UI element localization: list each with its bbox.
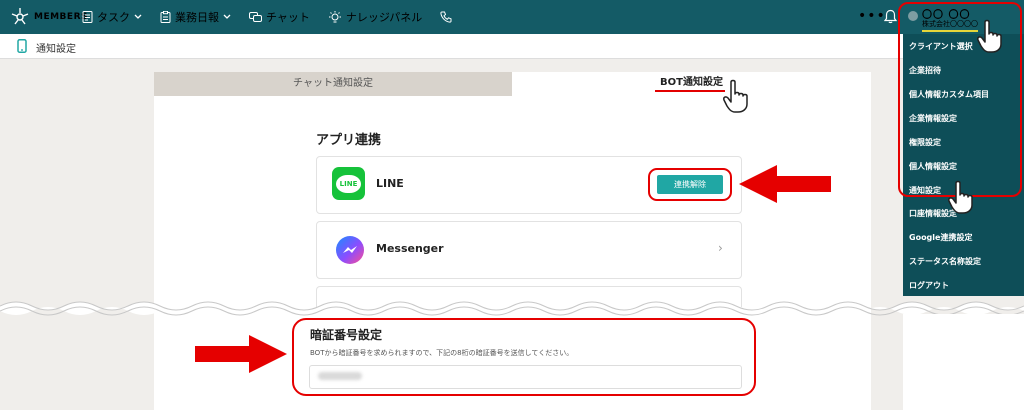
pointer-hand-icon — [723, 79, 748, 113]
chevron-right-icon[interactable]: › — [718, 241, 723, 255]
smartphone-icon — [17, 39, 27, 53]
menu-item-status-name-settings[interactable]: ステータス名称設定 — [909, 256, 981, 267]
tab-bot-notification[interactable]: BOT通知設定 — [512, 72, 871, 96]
pointer-hand-icon-menu — [977, 19, 1002, 53]
chat-icon — [249, 11, 262, 22]
line-service-name: LINE — [376, 177, 404, 190]
phone-icon — [440, 11, 452, 23]
annotation-disconnect-highlight — [648, 168, 732, 201]
dropdown-lower-gap — [903, 314, 1024, 410]
page-header — [0, 34, 1024, 59]
nav-task-label: タスク — [97, 11, 130, 24]
messenger-logo-icon — [336, 236, 364, 264]
line-logo-text: LINE — [336, 174, 361, 193]
app-link-title: アプリ連携 — [316, 133, 382, 148]
wavy-cut-separator — [0, 301, 1024, 316]
brand-logo[interactable]: MEMBERS — [10, 7, 88, 27]
main-nav: タスク 業務日報 チャット ナレッジパネル — [82, 0, 452, 34]
brand-star-icon — [11, 8, 29, 25]
page-title: 通知設定 — [36, 44, 76, 55]
nav-daily-report[interactable]: 業務日報 — [160, 9, 231, 25]
annotation-pin-highlight — [292, 318, 756, 396]
clipboard-icon — [160, 11, 171, 23]
bell-icon[interactable] — [884, 9, 897, 24]
chevron-down-icon — [223, 14, 231, 19]
tab-chat-notification[interactable]: チャット通知設定 — [154, 72, 512, 96]
line-logo-icon: LINE — [332, 167, 365, 200]
nav-task[interactable]: タスク — [82, 9, 142, 25]
nav-knowledge-panel[interactable]: ナレッジパネル — [328, 9, 422, 25]
brand-name: MEMBERS — [34, 12, 88, 22]
nav-chat[interactable]: チャット — [249, 9, 310, 25]
red-arrow-right-icon — [195, 335, 287, 373]
messenger-bolt-icon — [343, 246, 357, 253]
lightbulb-icon — [328, 10, 341, 22]
nav-knowledge-panel-label: ナレッジパネル — [345, 11, 423, 24]
more-dots-icon[interactable]: ••• — [858, 8, 886, 24]
annotation-tab-underline — [655, 90, 725, 92]
nav-daily-report-label: 業務日報 — [175, 11, 219, 24]
messenger-service-name: Messenger — [376, 242, 444, 255]
pointer-hand-icon-notification — [948, 180, 973, 214]
menu-item-google-link-settings[interactable]: Google連携設定 — [909, 232, 972, 243]
menu-item-logout[interactable]: ログアウト — [909, 280, 949, 291]
nav-phone[interactable] — [440, 11, 452, 23]
nav-chat-label: チャット — [266, 11, 310, 24]
document-icon — [82, 11, 93, 23]
chevron-down-icon — [134, 14, 142, 19]
red-arrow-left-icon — [739, 165, 831, 203]
